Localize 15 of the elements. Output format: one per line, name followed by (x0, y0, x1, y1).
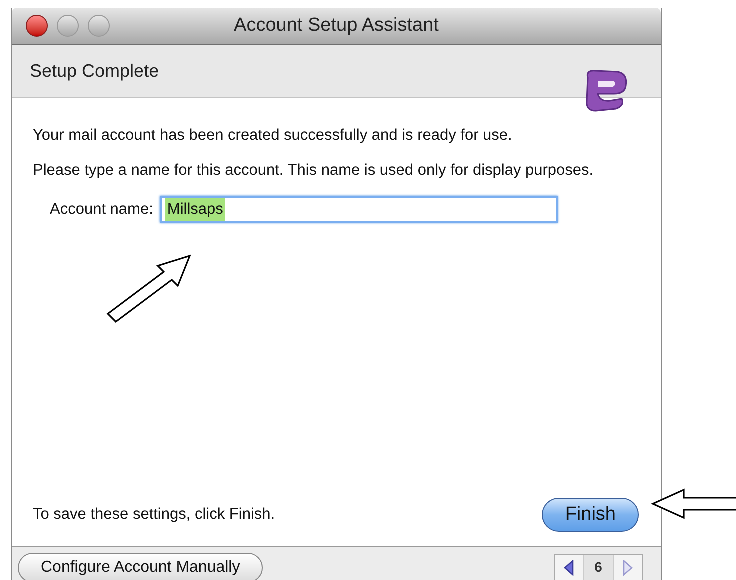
right-triangle-icon (623, 560, 633, 576)
close-button[interactable] (26, 15, 48, 37)
window-title: Account Setup Assistant (234, 14, 439, 38)
success-message: Your mail account has been created successfully and is ready for use. (33, 126, 514, 146)
instruction-text: Please type a name for this account. This name is used only for display purposes. (33, 161, 595, 180)
account-name-field[interactable]: Millsaps (160, 196, 558, 224)
page-number: 6 (584, 554, 613, 580)
footer-text: To save these settings, click Finish. (33, 505, 276, 526)
step-title: Setup Complete (30, 60, 160, 83)
field-label: Account name: (50, 200, 154, 220)
configure-manually-button[interactable]: Configure Account Manually (18, 552, 264, 580)
minimize-button[interactable] (57, 15, 79, 37)
left-triangle-icon (564, 560, 574, 576)
finish-button[interactable]: Finish (542, 498, 639, 532)
zoom-button[interactable] (88, 15, 110, 37)
